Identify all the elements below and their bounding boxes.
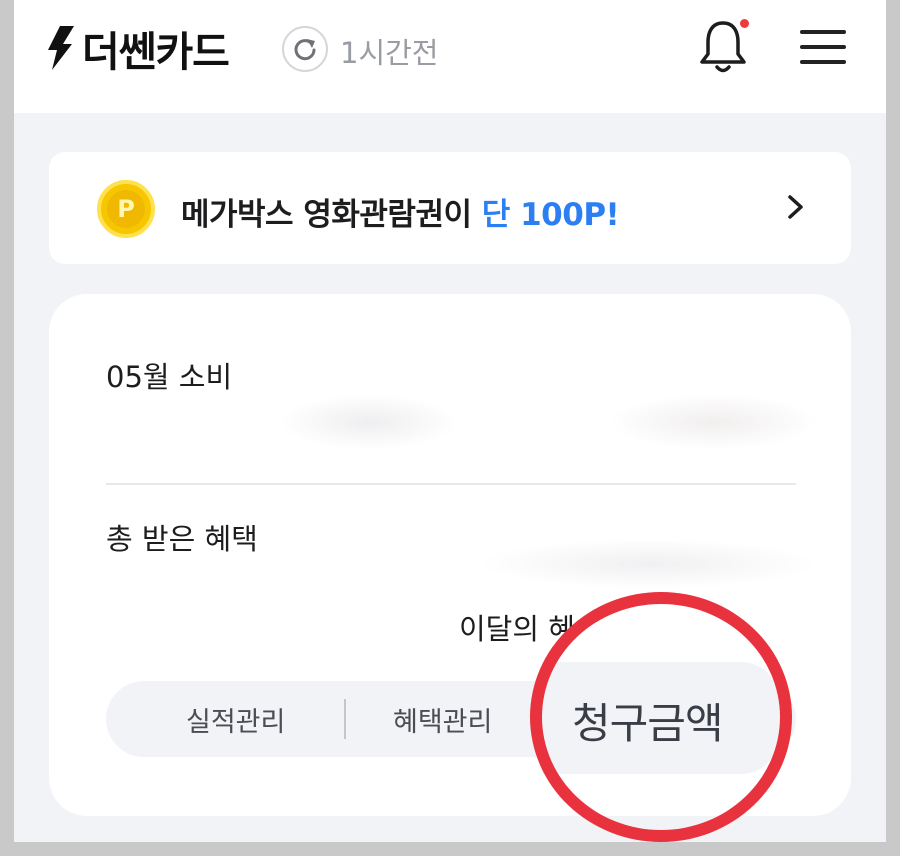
redacted-value [279,394,459,450]
redacted-value [479,539,819,589]
divider [106,483,796,485]
chevron-right-icon [788,195,803,219]
app-logo[interactable]: 더쎈카드 [46,20,230,76]
refresh-button[interactable] [282,26,328,72]
redacted-value [609,394,819,450]
tab-separator [344,699,346,739]
total-benefit-label: 총 받은 혜택 [106,522,258,556]
lightning-bolt-icon [48,26,74,70]
hamburger-menu-icon[interactable] [800,30,846,66]
tab-benefits[interactable]: 혜택관리 [393,700,492,739]
refresh-icon [294,39,316,61]
promo-banner[interactable]: P 메가박스 영화관람권이 단 100P! [49,152,851,264]
app-header: 더쎈카드 1시간전 [14,0,886,113]
promo-text-main: 메가박스 영화관람권이 [181,197,482,233]
app-logo-text: 더쎈카드 [82,28,230,76]
last-updated-text: 1시간전 [340,36,439,70]
highlight-circle [530,592,792,842]
coin-letter: P [107,190,145,228]
promo-text: 메가박스 영화관람권이 단 100P! [181,189,620,234]
monthly-spend-label: 05월 소비 [106,360,233,394]
point-coin-icon: P [97,180,155,238]
notification-dot [740,19,749,28]
promo-text-highlight: 단 100P! [481,197,620,233]
tab-performance[interactable]: 실적관리 [186,700,285,739]
